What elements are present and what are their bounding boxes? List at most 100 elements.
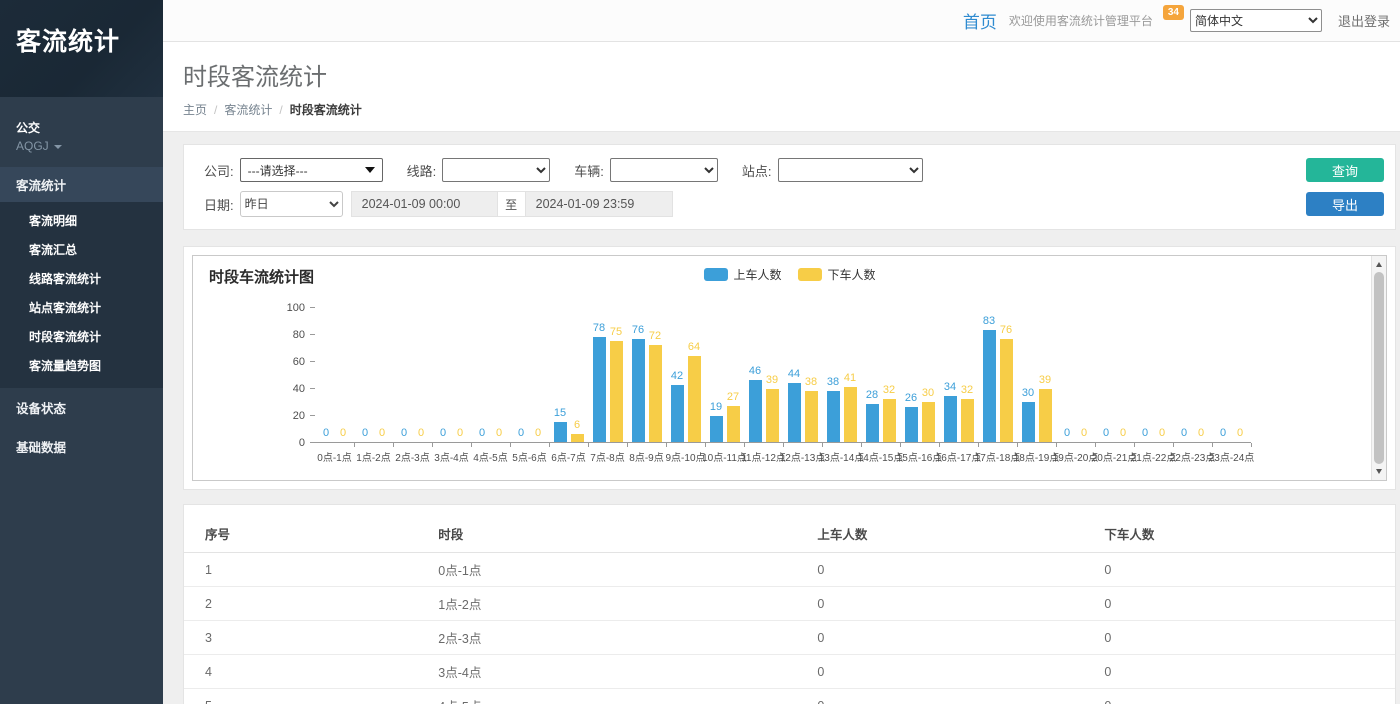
bar-group-10: 192710点-11点 bbox=[705, 308, 744, 442]
bar-group-22: 0022点-23点 bbox=[1173, 308, 1212, 442]
bar-slot: 72 bbox=[649, 307, 662, 442]
scroll-up-icon[interactable] bbox=[1376, 262, 1382, 267]
sidebar-item-0-2[interactable]: 线路客流统计 bbox=[0, 264, 163, 293]
filter-panel: 公司: ---请选择--- 线路: 车辆: 站点: bbox=[183, 144, 1396, 230]
table-cell: 0 bbox=[1104, 553, 1395, 587]
bar-alighting[interactable] bbox=[688, 356, 701, 442]
sidebar-item-0-3[interactable]: 站点客流统计 bbox=[0, 293, 163, 322]
bar-alighting[interactable] bbox=[922, 402, 935, 443]
sidebar-item-0-4[interactable]: 时段客流统计 bbox=[0, 322, 163, 351]
export-button[interactable]: 导出 bbox=[1306, 192, 1384, 216]
query-button[interactable]: 查询 bbox=[1306, 158, 1384, 182]
bar-value-label: 0 bbox=[1081, 427, 1087, 439]
bar-boarding[interactable] bbox=[866, 404, 879, 442]
sidebar-group-0[interactable]: 客流统计 bbox=[0, 167, 163, 202]
breadcrumb-item-0[interactable]: 主页 bbox=[183, 103, 207, 117]
sidebar-item-0-1[interactable]: 客流汇总 bbox=[0, 235, 163, 264]
bar-value-label: 15 bbox=[554, 407, 566, 419]
bar-group-9: 42649点-10点 bbox=[666, 308, 705, 442]
scroll-down-icon[interactable] bbox=[1376, 469, 1382, 474]
table-cell: 1点-2点 bbox=[438, 587, 817, 621]
bar-slot: 0 bbox=[337, 307, 350, 442]
company-select[interactable]: ---请选择--- bbox=[240, 158, 383, 182]
bar-alighting[interactable] bbox=[1000, 339, 1013, 442]
bar-alighting[interactable] bbox=[766, 389, 779, 442]
notification-badge[interactable]: 34 bbox=[1163, 5, 1184, 20]
legend-item-1[interactable]: 下车人数 bbox=[798, 266, 876, 283]
bar-slot: 6 bbox=[571, 307, 584, 442]
bar-group-1: 001点-2点 bbox=[354, 308, 393, 442]
chart-vertical-scrollbar[interactable] bbox=[1371, 256, 1386, 480]
language-select[interactable]: 简体中文 bbox=[1190, 9, 1322, 32]
home-link[interactable]: 首页 bbox=[963, 8, 997, 33]
bar-boarding[interactable] bbox=[554, 422, 567, 442]
bar-value-label: 0 bbox=[1220, 427, 1226, 439]
bar-value-label: 44 bbox=[788, 368, 800, 380]
bar-slot: 64 bbox=[688, 307, 701, 442]
bar-group-13: 384113点-14点 bbox=[822, 308, 861, 442]
bar-value-label: 39 bbox=[766, 374, 778, 386]
bar-boarding[interactable] bbox=[671, 385, 684, 442]
table-row: 21点-2点00 bbox=[184, 587, 1395, 621]
bar-alighting[interactable] bbox=[610, 341, 623, 442]
breadcrumb-item-1[interactable]: 客流统计 bbox=[224, 103, 272, 117]
sidebar-item-0-0[interactable]: 客流明细 bbox=[0, 206, 163, 235]
bar-value-label: 64 bbox=[688, 341, 700, 353]
bar-group-19: 0019点-20点 bbox=[1056, 308, 1095, 442]
bar-slot: 30 bbox=[1022, 307, 1035, 442]
y-axis-tick-mark bbox=[310, 442, 315, 443]
x-axis-label: 3点-4点 bbox=[434, 449, 468, 464]
bar-alighting[interactable] bbox=[649, 345, 662, 442]
bar-boarding[interactable] bbox=[944, 396, 957, 442]
scrollbar-thumb[interactable] bbox=[1374, 272, 1384, 464]
line-select[interactable] bbox=[442, 158, 550, 182]
legend-item-0[interactable]: 上车人数 bbox=[703, 266, 781, 283]
bar-alighting[interactable] bbox=[1039, 389, 1052, 442]
x-axis-label: 23点-24点 bbox=[1209, 449, 1255, 464]
bar-chart: 000点-1点001点-2点002点-3点003点-4点004点-5点005点-… bbox=[315, 308, 1251, 443]
page-title: 时段客流统计 bbox=[183, 57, 1400, 92]
bar-slot: 26 bbox=[905, 307, 918, 442]
bar-slot: 0 bbox=[320, 307, 333, 442]
vehicle-label: 车辆: bbox=[574, 161, 604, 180]
bar-alighting[interactable] bbox=[883, 399, 896, 442]
org-code-label: AQGJ bbox=[16, 139, 49, 153]
line-filter: 线路: bbox=[407, 158, 551, 182]
bar-boarding[interactable] bbox=[710, 416, 723, 442]
bar-slot: 28 bbox=[866, 307, 879, 442]
org-code-dropdown[interactable]: AQGJ bbox=[16, 139, 163, 153]
bar-value-label: 19 bbox=[710, 401, 722, 413]
date-preset-select[interactable]: 昨日 bbox=[240, 191, 343, 217]
bar-alighting[interactable] bbox=[727, 406, 740, 442]
bar-boarding[interactable] bbox=[983, 330, 996, 442]
x-axis-label: 7点-8点 bbox=[590, 449, 624, 464]
date-from-input[interactable] bbox=[351, 191, 498, 217]
y-axis-tick-label: 80 bbox=[293, 329, 305, 341]
bar-boarding[interactable] bbox=[788, 383, 801, 442]
chart-legend: 上车人数下车人数 bbox=[703, 266, 875, 283]
bar-alighting[interactable] bbox=[961, 399, 974, 442]
bar-value-label: 34 bbox=[944, 381, 956, 393]
sidebar-group-2[interactable]: 基础数据 bbox=[0, 427, 163, 466]
bar-alighting[interactable] bbox=[844, 387, 857, 442]
table-row: 10点-1点00 bbox=[184, 553, 1395, 587]
logout-link[interactable]: 退出登录 bbox=[1338, 11, 1390, 30]
bar-alighting[interactable] bbox=[571, 434, 584, 442]
bar-alighting[interactable] bbox=[805, 391, 818, 442]
bar-boarding[interactable] bbox=[827, 391, 840, 442]
sidebar-group-1[interactable]: 设备状态 bbox=[0, 388, 163, 427]
bar-boarding[interactable] bbox=[593, 337, 606, 442]
date-to-separator: 至 bbox=[498, 191, 526, 217]
bar-boarding[interactable] bbox=[749, 380, 762, 442]
vehicle-filter: 车辆: bbox=[574, 158, 718, 182]
bar-boarding[interactable] bbox=[905, 407, 918, 442]
vehicle-select[interactable] bbox=[610, 158, 718, 182]
sidebar-item-0-5[interactable]: 客流量趋势图 bbox=[0, 351, 163, 380]
bar-value-label: 0 bbox=[1237, 427, 1243, 439]
date-to-input[interactable] bbox=[526, 191, 673, 217]
station-select[interactable] bbox=[778, 158, 923, 182]
bar-boarding[interactable] bbox=[632, 339, 645, 442]
bar-group-6: 1566点-7点 bbox=[549, 308, 588, 442]
bar-boarding[interactable] bbox=[1022, 402, 1035, 443]
table-column-header-0: 序号 bbox=[184, 517, 438, 553]
